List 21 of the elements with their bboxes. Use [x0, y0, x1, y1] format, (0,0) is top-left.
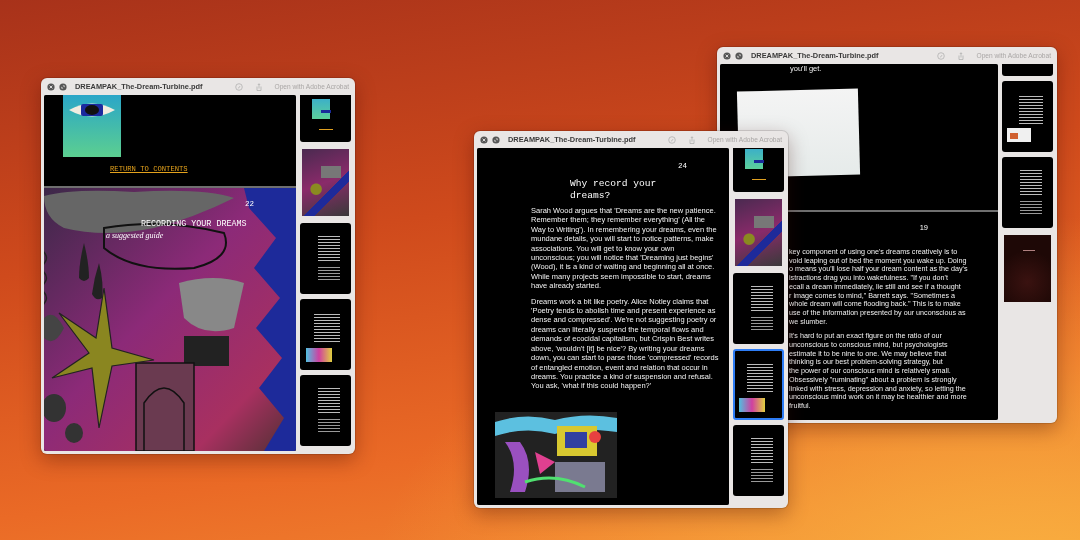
page-thumbnail[interactable]	[300, 147, 351, 218]
fullscreen-icon[interactable]	[492, 135, 500, 144]
page-thumbnail[interactable]	[300, 375, 351, 446]
page-thumbnail[interactable]	[300, 299, 351, 370]
close-icon[interactable]	[480, 135, 488, 144]
page-thumbnail[interactable]	[733, 349, 784, 420]
page-heading: Why record your dreams?	[570, 178, 658, 202]
eye-artwork-drawing	[63, 95, 121, 157]
page-title: RECORDING YOUR DREAMS	[141, 218, 247, 231]
page-thumbnail[interactable]	[300, 223, 351, 294]
page-thumbnail[interactable]	[1002, 81, 1053, 152]
page-subtitle: a suggested guide	[106, 230, 164, 242]
fullscreen-icon[interactable]	[59, 82, 67, 91]
page-thumbnail[interactable]	[733, 425, 784, 496]
fullscreen-icon[interactable]	[735, 51, 743, 60]
page-thumbnail[interactable]	[733, 273, 784, 344]
close-icon[interactable]	[47, 82, 55, 91]
page-thumbnail[interactable]	[733, 197, 784, 268]
page-thumbnail[interactable]	[1002, 157, 1053, 228]
close-icon[interactable]	[723, 51, 731, 60]
page-thumbnail[interactable]	[1002, 233, 1053, 304]
